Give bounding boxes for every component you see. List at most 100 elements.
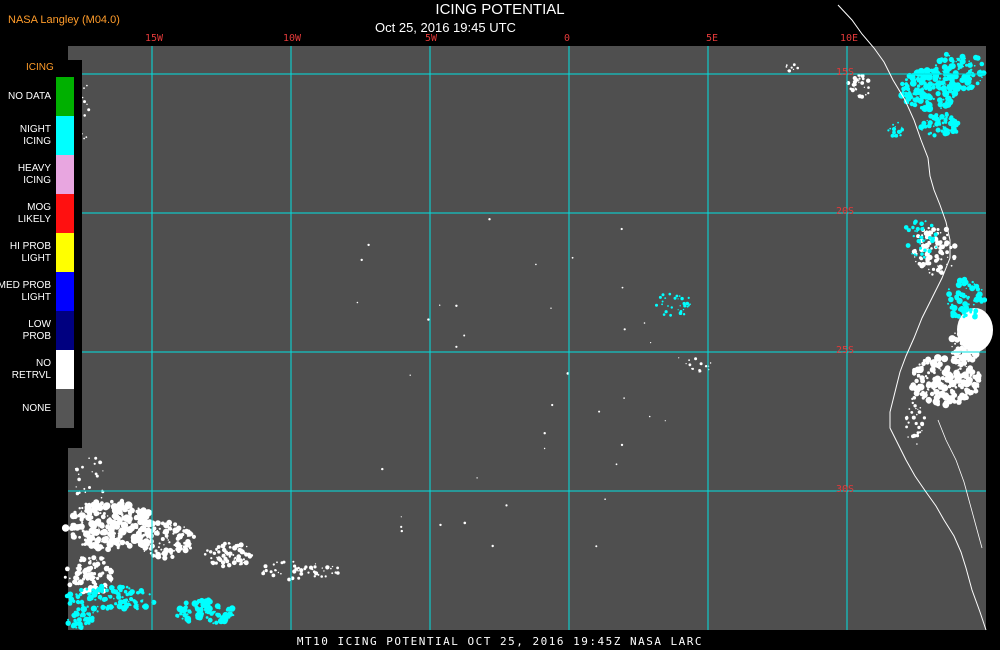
cloud-pixel bbox=[183, 526, 185, 528]
cloud-pixel bbox=[108, 530, 116, 537]
legend-color-swatch bbox=[56, 233, 74, 272]
icing-pixel bbox=[927, 81, 933, 87]
icing-pixel bbox=[964, 80, 968, 84]
cloud-pixel bbox=[964, 387, 969, 392]
cloud-pixel bbox=[790, 66, 793, 69]
cloud-pixel bbox=[95, 474, 99, 478]
cloud-pixel bbox=[678, 357, 680, 359]
cloud-pixel bbox=[216, 545, 221, 549]
cloud-pixel bbox=[223, 541, 227, 546]
cloud-pixel bbox=[463, 334, 466, 337]
cloud-pixel bbox=[272, 563, 275, 566]
cloud-pixel bbox=[928, 268, 930, 271]
legend-color-swatch bbox=[56, 194, 74, 233]
cloud-pixel bbox=[223, 556, 228, 562]
cloud-pixel bbox=[309, 565, 313, 570]
icing-pixel bbox=[96, 610, 99, 613]
icing-pixel bbox=[939, 57, 943, 61]
legend-title: ICING bbox=[26, 62, 54, 73]
cloud-pixel bbox=[81, 529, 85, 533]
cloud-pixel bbox=[86, 103, 88, 106]
icing-pixel bbox=[912, 97, 917, 102]
icing-pixel bbox=[913, 221, 917, 225]
cloud-pixel bbox=[409, 374, 411, 376]
icing-pixel bbox=[922, 226, 925, 229]
cloud-pixel bbox=[785, 66, 788, 68]
icing-pixel bbox=[196, 607, 204, 614]
icing-pixel bbox=[212, 622, 215, 625]
cloud-pixel bbox=[87, 108, 91, 112]
cloud-pixel bbox=[937, 265, 939, 267]
icing-pixel bbox=[124, 598, 129, 602]
cloud-pixel bbox=[908, 408, 911, 410]
icing-pixel bbox=[188, 610, 192, 614]
cloud-pixel bbox=[914, 256, 916, 258]
cloud-pixel bbox=[61, 524, 70, 532]
cloud-pixel bbox=[400, 525, 403, 529]
cloud-pixel bbox=[185, 542, 189, 547]
cloud-pixel bbox=[491, 544, 494, 548]
icing-pixel bbox=[973, 64, 976, 67]
cloud-pixel bbox=[303, 567, 307, 571]
icing-pixel bbox=[955, 120, 961, 126]
icing-pixel bbox=[921, 78, 926, 83]
cloud-pixel bbox=[217, 550, 221, 554]
cloud-pixel bbox=[93, 501, 96, 504]
icing-pixel bbox=[89, 596, 94, 601]
cloud-pixel bbox=[110, 580, 112, 583]
icing-pixel bbox=[133, 600, 138, 605]
cloud-pixel bbox=[224, 550, 228, 553]
cloud-pixel bbox=[113, 526, 115, 528]
icing-pixel bbox=[974, 283, 980, 289]
cloud-pixel bbox=[92, 572, 97, 576]
icing-pixel bbox=[900, 81, 905, 87]
cloud-pixel bbox=[947, 366, 950, 368]
cloud-pixel bbox=[950, 394, 955, 400]
icing-pixel bbox=[114, 602, 118, 606]
icing-pixel bbox=[919, 221, 924, 227]
icing-pixel bbox=[922, 240, 924, 242]
cloud-pixel bbox=[248, 553, 252, 557]
cloud-pixel bbox=[400, 516, 402, 518]
cloud-pixel bbox=[277, 571, 280, 574]
icing-pixel bbox=[916, 78, 921, 83]
icing-pixel bbox=[64, 593, 70, 599]
cloud-pixel bbox=[952, 256, 956, 261]
icing-pixel bbox=[972, 303, 975, 306]
cloud-pixel bbox=[85, 136, 88, 139]
cloud-pixel bbox=[855, 88, 858, 91]
icing-pixel bbox=[200, 601, 207, 608]
cloud-pixel bbox=[119, 527, 122, 530]
cloud-pixel bbox=[650, 342, 652, 344]
cloud-pixel bbox=[125, 524, 128, 527]
icing-pixel bbox=[668, 292, 672, 296]
icing-pixel bbox=[952, 70, 959, 77]
cloud-pixel bbox=[331, 565, 334, 568]
icing-pixel bbox=[79, 587, 84, 593]
cloud-pixel bbox=[170, 524, 172, 527]
cloud-pixel bbox=[233, 558, 236, 560]
cloud-pixel bbox=[914, 421, 918, 426]
icing-pixel bbox=[934, 113, 939, 118]
cloud-pixel bbox=[109, 576, 111, 578]
icing-pixel bbox=[940, 107, 942, 110]
cloud-pixel bbox=[102, 503, 110, 511]
cloud-pixel bbox=[694, 357, 698, 361]
icing-pixel bbox=[955, 290, 962, 297]
cloud-pixel bbox=[105, 546, 111, 553]
cloud-pixel bbox=[945, 250, 949, 255]
icing-pixel bbox=[80, 606, 83, 609]
icing-pixel bbox=[951, 66, 954, 70]
icing-pixel bbox=[967, 295, 970, 299]
cloud-pixel bbox=[922, 392, 928, 398]
cloud-pixel bbox=[909, 384, 916, 391]
cloud-pixel bbox=[94, 531, 99, 536]
cloud-pixel bbox=[920, 261, 926, 268]
icing-pixel bbox=[664, 297, 667, 299]
cloud-pixel bbox=[863, 86, 866, 89]
cloud-pixel bbox=[620, 227, 623, 231]
icing-pixel bbox=[970, 62, 973, 65]
cloud-pixel bbox=[210, 560, 214, 564]
lon-label-10e: 10E bbox=[840, 33, 859, 44]
icing-pixel bbox=[232, 614, 235, 617]
